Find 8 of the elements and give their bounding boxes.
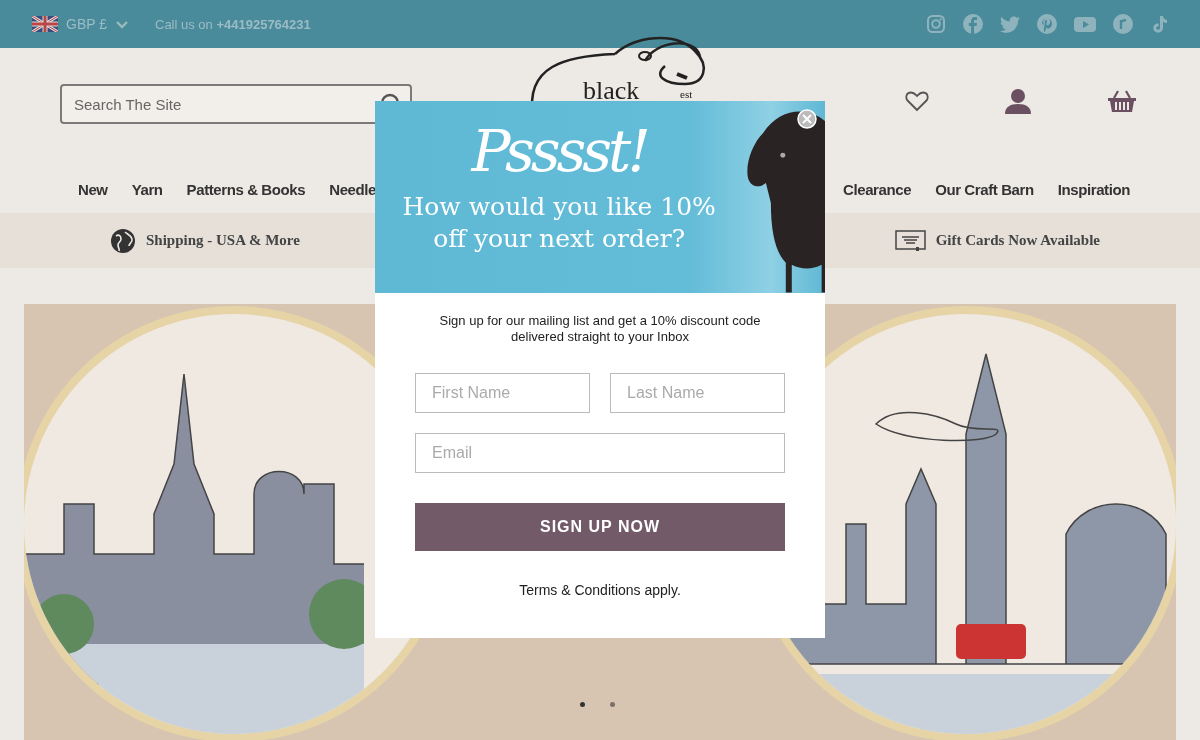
- call-us-text: Call us on +441925764231: [155, 16, 311, 32]
- logo-text: est: [680, 88, 693, 100]
- info-text: Shipping - USA & More: [146, 232, 300, 249]
- popup-intro-text: Sign up for our mailing list and get a 10% discount code delivered straight to your Inbox: [438, 313, 762, 345]
- info-text: Gift Cards Now Available: [935, 232, 1100, 249]
- terms-text: Terms & Conditions apply.: [519, 582, 681, 598]
- popup-headline: Psssst!: [471, 116, 647, 187]
- popup-subheading: How would you like 10% off your next order?: [401, 191, 717, 255]
